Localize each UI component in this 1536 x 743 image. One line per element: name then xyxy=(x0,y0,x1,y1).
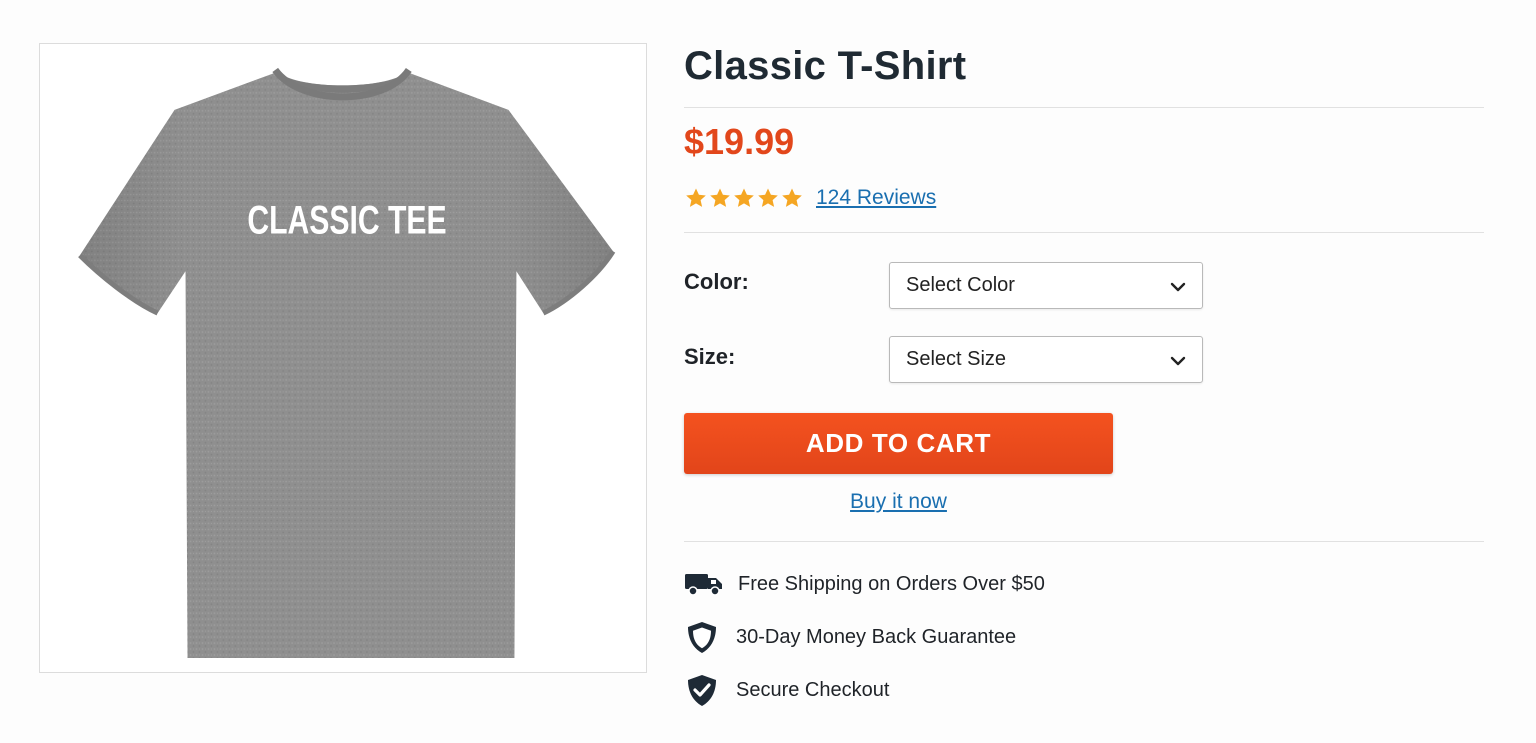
shirt-print-text: CLASSIC TEE xyxy=(247,198,446,242)
product-info: Classic T-Shirt $19.99 124 Reviews Color… xyxy=(684,0,1484,743)
color-select-value: Select Color xyxy=(906,274,1015,296)
color-label: Color: xyxy=(684,269,749,294)
star-icon xyxy=(782,188,802,207)
shield-icon xyxy=(688,622,716,653)
color-select[interactable]: Select Color xyxy=(889,262,1203,309)
chevron-down-icon xyxy=(1170,282,1186,292)
shield-check-icon xyxy=(688,675,716,706)
product-title: Classic T-Shirt xyxy=(684,44,967,88)
add-to-cart-button[interactable]: ADD TO CART xyxy=(684,413,1113,474)
star-rating xyxy=(684,186,804,210)
reviews-link[interactable]: 124 Reviews xyxy=(816,186,936,210)
feature-text: Free Shipping on Orders Over $50 xyxy=(738,572,1045,595)
divider xyxy=(684,232,1484,233)
size-label: Size: xyxy=(684,344,736,369)
feature-text: Secure Checkout xyxy=(736,678,890,701)
star-icon xyxy=(686,188,706,207)
chevron-down-icon xyxy=(1170,356,1186,366)
star-icon xyxy=(710,188,730,207)
feature-text: 30-Day Money Back Guarantee xyxy=(736,625,1017,648)
feature-shipping: Free Shipping on Orders Over $50 xyxy=(684,564,1045,604)
star-icon xyxy=(758,188,778,207)
size-select-value: Select Size xyxy=(906,348,1007,370)
divider xyxy=(684,107,1484,108)
divider xyxy=(684,541,1484,542)
rating-row: 124 Reviews xyxy=(684,183,936,213)
add-to-cart-label: ADD TO CART xyxy=(805,428,992,458)
feature-guarantee: 30-Day Money Back Guarantee xyxy=(684,617,1016,657)
size-select[interactable]: Select Size xyxy=(889,336,1203,383)
feature-secure: Secure Checkout xyxy=(684,670,889,710)
buy-it-now-link[interactable]: Buy it now xyxy=(684,490,1113,514)
star-icon xyxy=(734,188,754,207)
product-page: CLASSIC TEE Classic T-Shirt $19.99 124 R… xyxy=(0,0,1536,743)
product-price: $19.99 xyxy=(684,121,795,162)
product-image: CLASSIC TEE xyxy=(39,43,647,673)
truck-icon xyxy=(685,574,722,596)
t-shirt-image: CLASSIC TEE xyxy=(78,67,616,659)
